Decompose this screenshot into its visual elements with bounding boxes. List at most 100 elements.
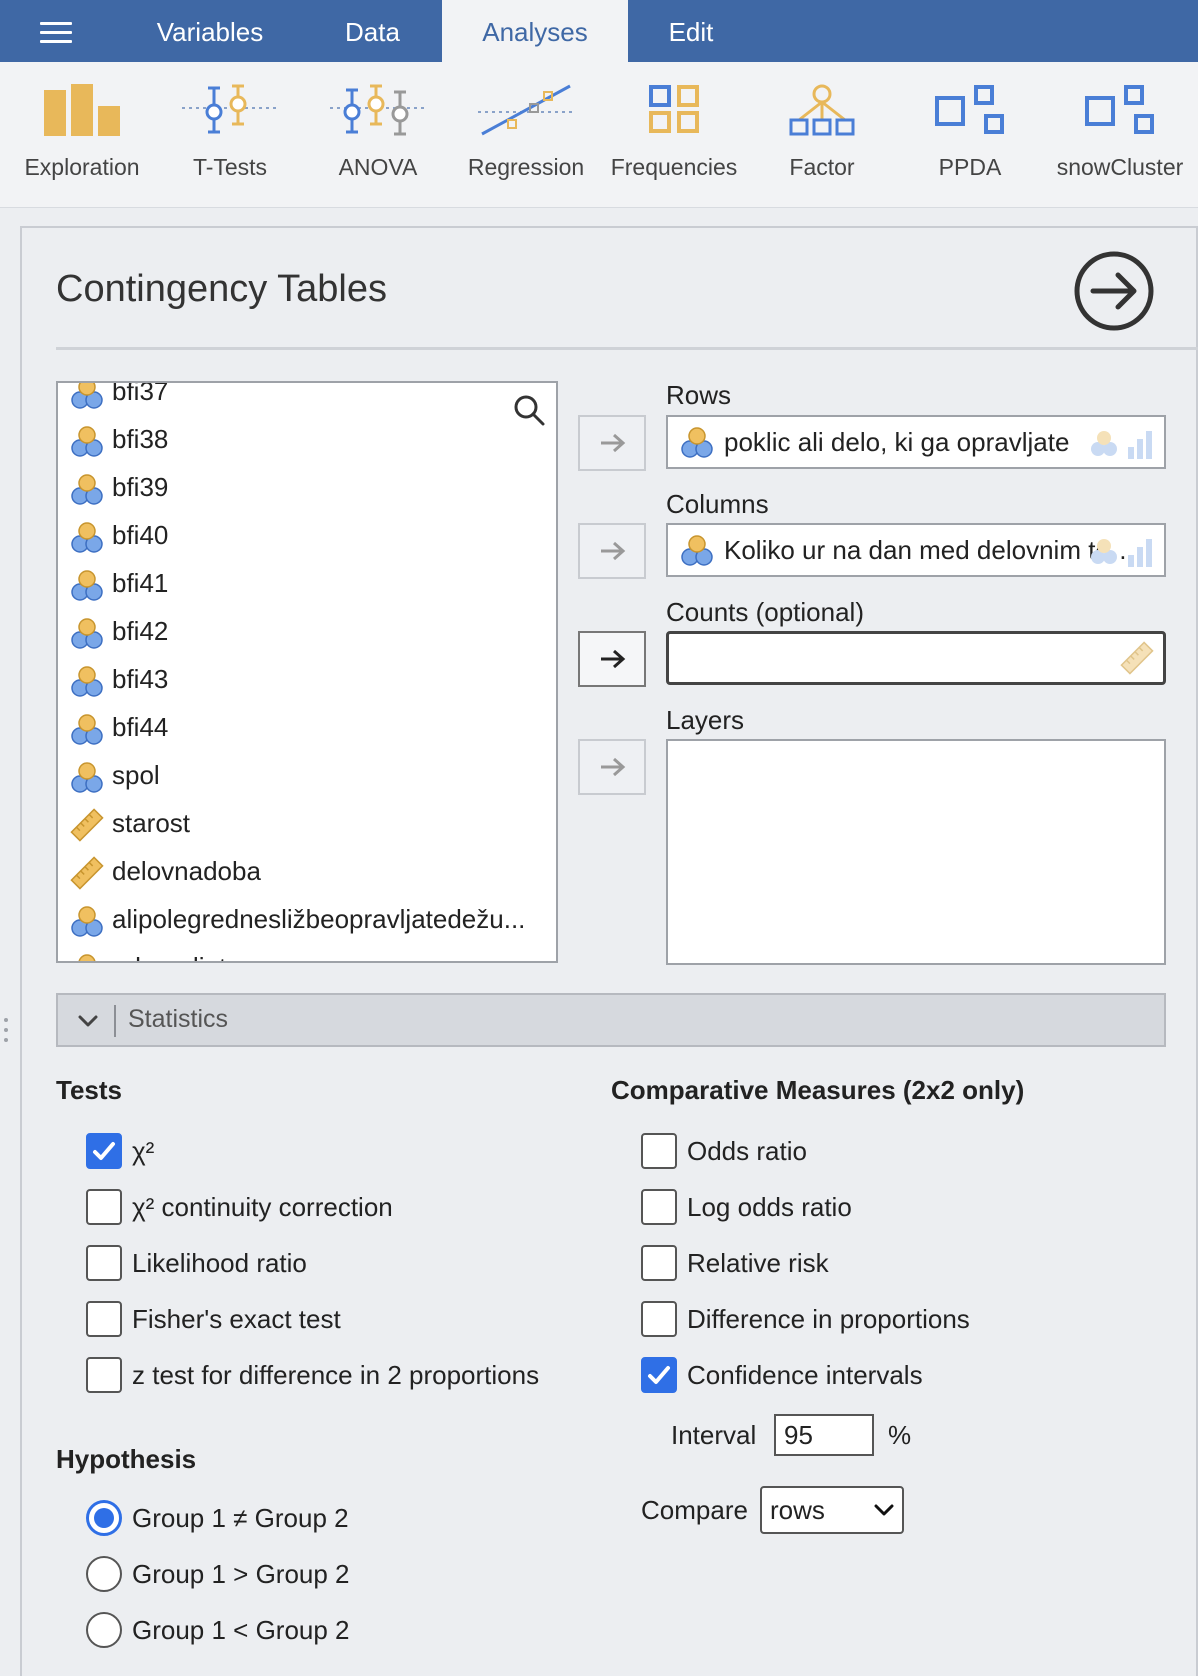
- regression-icon: [478, 84, 574, 136]
- arrow-right-icon: [601, 541, 626, 561]
- move-to-columns-button[interactable]: [578, 523, 646, 579]
- compare-select[interactable]: rows: [760, 1486, 904, 1534]
- measure-type-icon: [1091, 539, 1152, 567]
- test-checkbox-4[interactable]: [86, 1357, 122, 1393]
- comparative-option-label[interactable]: Odds ratio: [687, 1136, 807, 1167]
- variable-list-item[interactable]: bfi41: [70, 563, 168, 603]
- ribbon-anova-button[interactable]: ANOVA: [310, 62, 446, 208]
- interval-input[interactable]: 95: [774, 1414, 874, 1456]
- comparative-checkbox-2[interactable]: [641, 1245, 677, 1281]
- tab-variables[interactable]: Variables: [140, 0, 280, 62]
- test-option-label[interactable]: z test for difference in 2 proportions: [132, 1360, 539, 1391]
- test-option-label[interactable]: Likelihood ratio: [132, 1248, 307, 1279]
- comparative-measures-heading: Comparative Measures (2x2 only): [611, 1075, 1025, 1105]
- test-option-label[interactable]: Fisher's exact test: [132, 1304, 341, 1335]
- nominal-variable-icon: [71, 618, 103, 649]
- tab-data[interactable]: Data: [300, 0, 445, 62]
- ruler-icon: [1120, 641, 1154, 675]
- hypothesis-radio-0[interactable]: [86, 1500, 122, 1536]
- variable-list-item[interactable]: spol: [70, 755, 160, 795]
- comparative-option-label[interactable]: Relative risk: [687, 1248, 829, 1279]
- interval-unit: %: [888, 1420, 912, 1450]
- test-option-label[interactable]: χ² continuity correction: [132, 1192, 393, 1223]
- arrow-right-icon: [601, 757, 626, 777]
- comparative-checkbox-1[interactable]: [641, 1189, 677, 1225]
- columns-label: Columns: [666, 489, 769, 519]
- variable-list-item[interactable]: bfi43: [70, 659, 168, 699]
- variable-name: bfi43: [112, 664, 169, 694]
- variable-name: bfi42: [112, 616, 169, 646]
- comparative-checkbox-3[interactable]: [641, 1301, 677, 1337]
- resize-grip-icon[interactable]: [4, 1018, 10, 1048]
- menu-bar: Variables Data Analyses Edit: [0, 0, 1198, 62]
- ribbon-ttests-button[interactable]: T-Tests: [160, 62, 300, 208]
- comparative-option-label[interactable]: Confidence intervals: [687, 1360, 923, 1391]
- move-to-layers-button[interactable]: [578, 739, 646, 795]
- comparative-option-label[interactable]: Log odds ratio: [687, 1192, 852, 1223]
- move-to-rows-button[interactable]: [578, 415, 646, 471]
- variable-list-item[interactable]: adenudiet...: [70, 947, 248, 961]
- nominal-variable-icon: [71, 426, 103, 457]
- variable-list-item[interactable]: bfi42: [70, 611, 168, 651]
- nominal-variable-icon: [71, 474, 103, 505]
- comparative-option-label[interactable]: Difference in proportions: [687, 1304, 970, 1335]
- variable-name: bfi38: [112, 424, 169, 454]
- hypothesis-option-label[interactable]: Group 1 ≠ Group 2: [132, 1503, 349, 1534]
- continuous-variable-icon: [70, 808, 104, 842]
- nominal-variable-icon: [681, 427, 713, 458]
- hamburger-menu-icon[interactable]: [40, 22, 72, 44]
- variable-list-item[interactable]: bfi40: [70, 515, 168, 555]
- ribbon-factor-button[interactable]: Factor: [752, 62, 892, 208]
- comparative-checkbox-4[interactable]: [641, 1357, 677, 1393]
- test-option-label[interactable]: χ²: [132, 1136, 154, 1167]
- variable-list-item[interactable]: bfi38: [70, 419, 168, 459]
- layers-target-box[interactable]: [666, 739, 1166, 965]
- search-icon[interactable]: [512, 393, 546, 427]
- variable-list-item[interactable]: delovnadoba: [70, 851, 261, 891]
- interval-label: Interval: [671, 1420, 757, 1450]
- rows-target-box[interactable]: poklic ali delo, ki ga opravljate: [666, 415, 1166, 469]
- arrow-right-icon: [601, 649, 626, 669]
- counts-label: Counts (optional): [666, 597, 864, 627]
- move-to-counts-button[interactable]: [578, 631, 646, 687]
- variable-name: alipolegrednesližbeopravljatedežu...: [112, 904, 526, 934]
- hypothesis-option-label[interactable]: Group 1 > Group 2: [132, 1559, 350, 1590]
- arrow-right-icon: [601, 433, 626, 453]
- statistics-section-header[interactable]: Statistics: [56, 993, 1166, 1047]
- run-arrow-icon[interactable]: [1073, 250, 1155, 332]
- ribbon-ppda-button[interactable]: PPDA: [900, 62, 1040, 208]
- chevron-down-icon: [78, 1015, 98, 1027]
- measure-type-icon: [1091, 431, 1152, 459]
- statistics-section-label: Statistics: [128, 1005, 229, 1033]
- ribbon-exploration-button[interactable]: Exploration: [10, 62, 154, 208]
- continuous-variable-icon: [70, 856, 104, 890]
- variable-list-item[interactable]: alipolegrednesližbeopravljatedežu...: [70, 899, 525, 939]
- test-checkbox-0[interactable]: [86, 1133, 122, 1169]
- chevron-down-icon: [874, 1504, 894, 1516]
- variable-list[interactable]: bfi37 bfi38 bfi39 bfi40 bfi41 bfi42 bfi43 bfi44…: [56, 381, 558, 963]
- variable-list-item[interactable]: starost: [70, 803, 190, 843]
- nominal-variable-icon: [71, 714, 103, 745]
- module-icon: [935, 85, 1004, 134]
- ribbon-frequencies-button[interactable]: Frequencies: [604, 62, 744, 208]
- tab-edit[interactable]: Edit: [628, 0, 754, 62]
- nominal-variable-icon: [78, 954, 96, 961]
- tab-analyses[interactable]: Analyses: [442, 0, 628, 62]
- hypothesis-option-label[interactable]: Group 1 < Group 2: [132, 1615, 350, 1646]
- test-checkbox-1[interactable]: [86, 1189, 122, 1225]
- counts-target-box[interactable]: [666, 631, 1166, 685]
- variable-list-item[interactable]: bfi39: [70, 467, 168, 507]
- ribbon-regression-button[interactable]: Regression: [456, 62, 596, 208]
- nominal-variable-icon: [71, 666, 103, 697]
- columns-target-box[interactable]: Koliko ur na dan med delovnim ted...: [666, 523, 1166, 577]
- hypothesis-radio-2[interactable]: [86, 1612, 122, 1648]
- nominal-variable-icon: [71, 906, 103, 937]
- ribbon-snowcluster-button[interactable]: snowCluster: [1048, 62, 1192, 208]
- variable-list-item[interactable]: bfi44: [70, 707, 168, 747]
- test-checkbox-3[interactable]: [86, 1301, 122, 1337]
- hypothesis-radio-1[interactable]: [86, 1556, 122, 1592]
- exploration-icon: [44, 84, 120, 136]
- test-checkbox-2[interactable]: [86, 1245, 122, 1281]
- variable-list-item[interactable]: bfi37: [70, 383, 168, 411]
- comparative-checkbox-0[interactable]: [641, 1133, 677, 1169]
